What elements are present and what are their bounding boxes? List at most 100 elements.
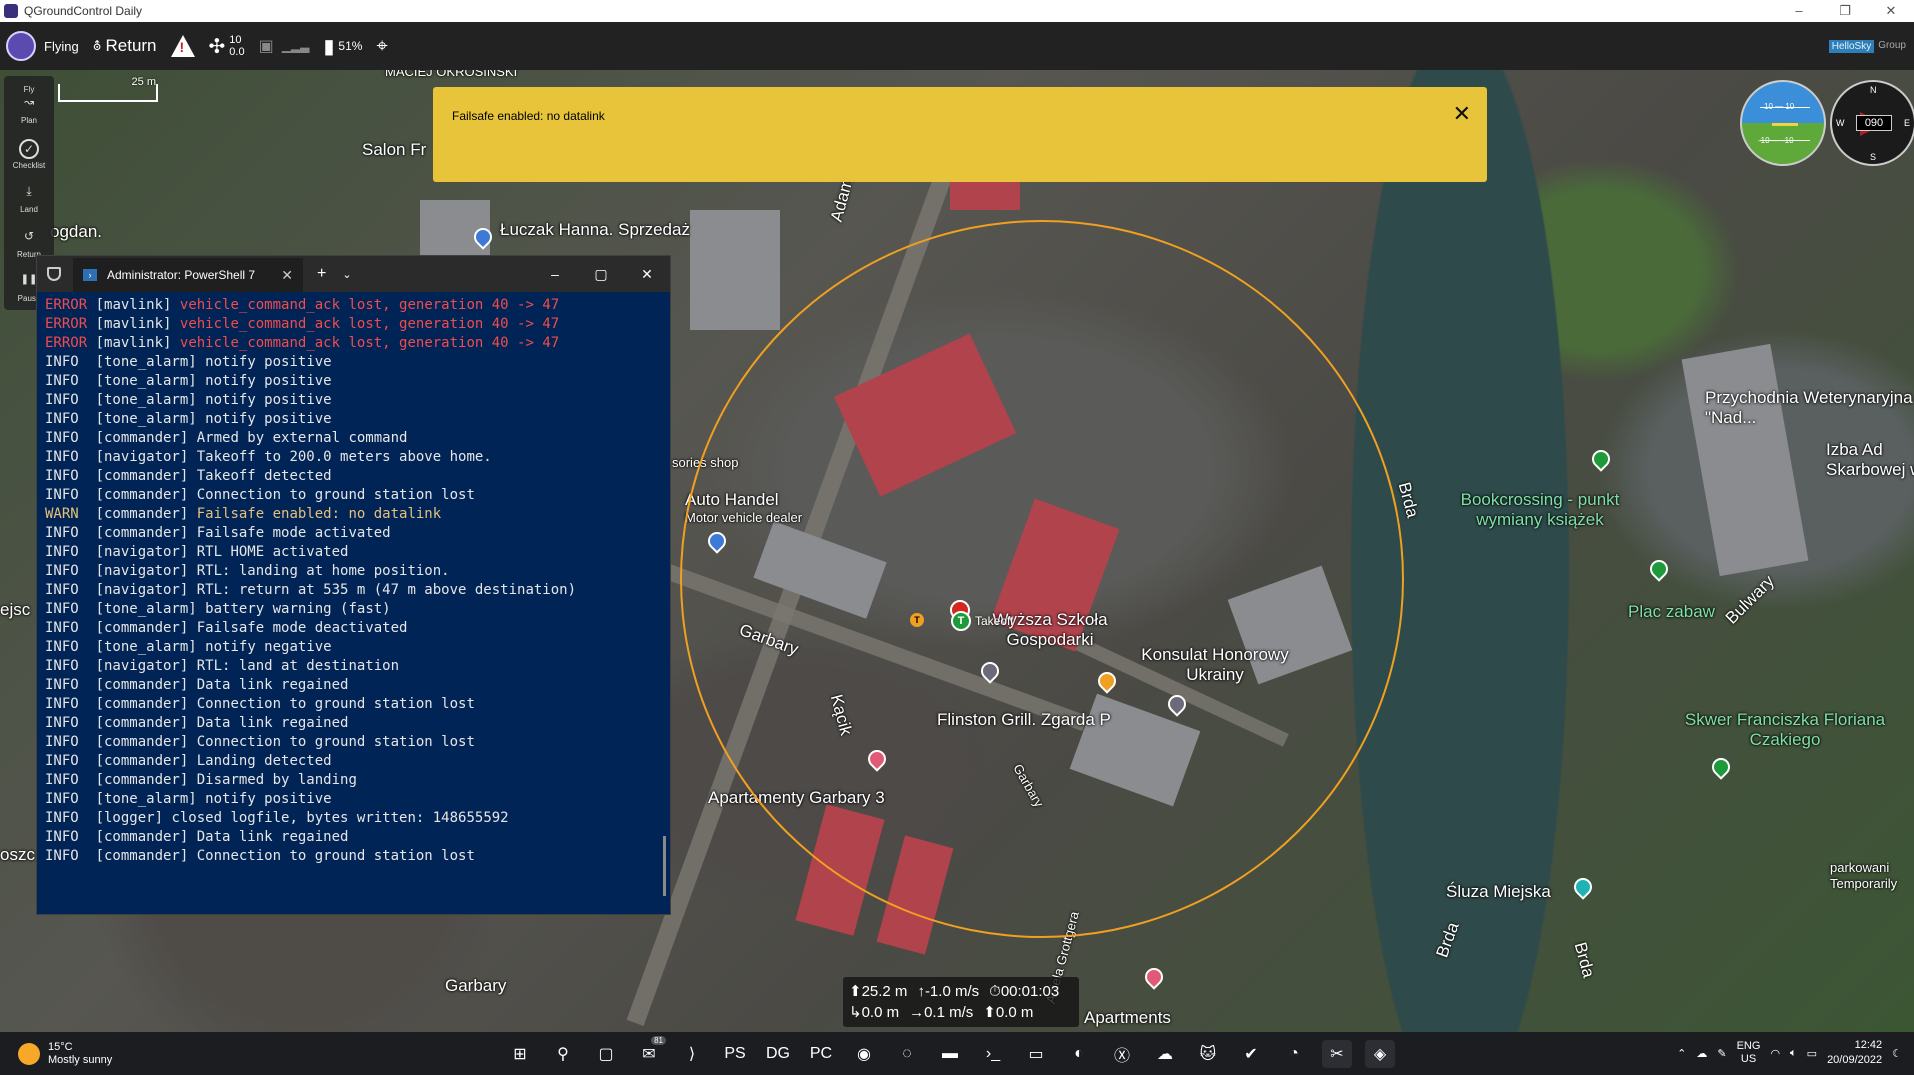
system-tray: ⌃ ☁ ✎ ENG US ◠ 🔈︎ ▭ 12:42 20/09/2022 ☾ — [1677, 1038, 1902, 1068]
ps-minimize-button[interactable]: – — [532, 266, 578, 283]
lock-pin-icon[interactable] — [1570, 874, 1596, 900]
xbox-icon[interactable]: Ⓧ — [1107, 1040, 1137, 1068]
qgc-logo-icon[interactable] — [6, 31, 36, 61]
map-label: Bulwary — [1721, 571, 1778, 628]
edge-glyph: ◐ — [1074, 1045, 1084, 1062]
battery-indicator[interactable]: ▮ 51% — [323, 34, 362, 59]
map-label: Brda — [1432, 919, 1463, 960]
edge-icon[interactable]: ◐ — [1064, 1040, 1094, 1068]
lang-top: ENG — [1736, 1040, 1761, 1052]
log-message: RTL: return at 535 m (47 m above destina… — [196, 582, 577, 598]
phpstorm-icon[interactable]: PS — [720, 1040, 750, 1068]
console-line: INFO [commander] Disarmed by landing — [45, 771, 662, 790]
clock[interactable]: 12:42 20/09/2022 — [1827, 1038, 1882, 1068]
ps-close-button[interactable]: ✕ — [624, 266, 670, 283]
windows-start-icon[interactable]: ⊞ — [505, 1040, 535, 1068]
geofence-circle[interactable] — [680, 220, 1404, 938]
search-glyph: ⚲ — [557, 1046, 569, 1063]
notification-icon[interactable]: ☾ — [1892, 1047, 1902, 1060]
volume-icon[interactable]: 🔈︎ — [1790, 1047, 1797, 1060]
todo-icon[interactable]: ✔ — [1236, 1040, 1266, 1068]
log-level: INFO — [45, 525, 79, 541]
log-level: INFO — [45, 354, 79, 370]
map-scale-label: 25 m — [131, 76, 156, 88]
banner-close-icon[interactable]: ✕ — [1453, 101, 1471, 127]
map-label: Garbary — [445, 976, 507, 995]
log-message: Connection to ground station lost — [196, 696, 475, 712]
pen-icon[interactable]: ✎ — [1717, 1047, 1726, 1060]
terminal-icon[interactable]: ›_ — [978, 1040, 1008, 1068]
powershell-scrollbar[interactable] — [663, 836, 666, 896]
wifi-icon[interactable]: ◠ — [1770, 1047, 1780, 1060]
language-indicator[interactable]: ENG US — [1737, 1040, 1761, 1066]
telemetry-panel[interactable]: ⬆25.2 m ↑-1.0 m/s ⏱00:01:03 ↳0.0 m →0.1 … — [843, 977, 1079, 1027]
vscode-icon[interactable]: ⟩ — [677, 1040, 707, 1068]
log-level: INFO — [45, 639, 79, 655]
powershell-tab[interactable]: › Administrator: PowerShell 7 ✕ — [73, 256, 303, 292]
chevron-up-icon[interactable]: ⌃ — [1677, 1047, 1686, 1060]
tool-plan[interactable]: Fly ↝ Plan — [6, 78, 52, 132]
restore-button[interactable]: ❐ — [1822, 3, 1868, 19]
log-message: Failsafe enabled: no datalink — [196, 506, 442, 522]
hotel-pin-icon[interactable] — [1141, 964, 1167, 990]
attitude-indicator[interactable]: 10 — 10 -10 — -10 — [1740, 80, 1826, 166]
map-label: Apartments — [1084, 1008, 1171, 1027]
ps-maximize-button[interactable]: ▢ — [578, 266, 624, 283]
log-message: notify positive — [205, 791, 332, 807]
log-level: ERROR — [45, 335, 88, 351]
copilot-icon[interactable]: ◌ — [892, 1040, 922, 1068]
close-button[interactable]: ✕ — [1868, 3, 1914, 19]
warning-indicator[interactable] — [170, 35, 195, 57]
powershell-output[interactable]: ERROR [mavlink] vehicle_command_ack lost… — [37, 292, 670, 870]
park-pin-icon[interactable] — [1646, 556, 1672, 582]
log-module: [commander] — [95, 715, 189, 731]
onedrive-icon[interactable]: ☁ — [1150, 1040, 1180, 1068]
console-icon[interactable]: ▭ — [1021, 1040, 1051, 1068]
tool-checklist[interactable]: ✓ Checklist — [6, 132, 52, 176]
snipping-icon[interactable]: ✂ — [1322, 1040, 1352, 1068]
qgroundcontrol-icon[interactable]: ◈ — [1365, 1040, 1395, 1068]
takeoff-marker[interactable]: T — [951, 611, 971, 631]
compass-indicator[interactable]: N E S W 090 — [1830, 80, 1914, 166]
paint-icon[interactable]: 🐱 — [1193, 1040, 1223, 1068]
log-module: [navigator] — [95, 544, 189, 560]
rc-indicator[interactable]: ▣ ▁▂▃ — [259, 36, 310, 56]
clock-time: 12:42 — [1854, 1039, 1883, 1051]
return-icon: ↺ — [23, 228, 35, 243]
pycharm-icon[interactable]: PC — [806, 1040, 836, 1068]
datagrip-icon[interactable]: DG — [763, 1040, 793, 1068]
map-label: Brda — [1570, 940, 1599, 980]
search-icon[interactable]: ⚲ — [548, 1040, 578, 1068]
battery-tray-icon[interactable]: ▭ — [1807, 1047, 1817, 1060]
new-tab-icon[interactable]: + — [317, 265, 326, 283]
tab-close-icon[interactable]: ✕ — [281, 267, 293, 284]
file-explorer-icon[interactable]: ▬ — [935, 1040, 965, 1068]
chevron-down-icon[interactable]: ⌄ — [342, 268, 351, 281]
messenger-icon[interactable]: ◔ — [1279, 1040, 1309, 1068]
gps-indicator[interactable]: ✣ 10 0.0 — [209, 34, 245, 59]
github-desktop-icon[interactable]: ◉ — [849, 1040, 879, 1068]
park-pin-icon[interactable] — [1588, 446, 1614, 472]
log-module: [commander] — [95, 772, 189, 788]
aircraft-symbol-icon — [1772, 123, 1798, 126]
log-level: INFO — [45, 373, 79, 389]
cloud-icon[interactable]: ☁ — [1696, 1047, 1707, 1060]
tool-land[interactable]: ⤓ Land — [6, 177, 52, 221]
log-message: notify negative — [205, 639, 332, 655]
todo-glyph: ✔ — [1244, 1046, 1258, 1063]
log-message: Data link regained — [196, 715, 349, 731]
minimize-button[interactable]: – — [1776, 3, 1822, 19]
console-line: ERROR [mavlink] vehicle_command_ack lost… — [45, 296, 662, 315]
mail-icon[interactable]: ✉ 81 — [634, 1036, 666, 1068]
flight-status[interactable]: Flying — [44, 39, 79, 54]
task-view-icon[interactable]: ▢ — [591, 1040, 621, 1068]
powershell-window[interactable]: › Administrator: PowerShell 7 ✕ + ⌄ – ▢ … — [36, 255, 671, 915]
weather-widget[interactable]: 15°C Mostly sunny — [18, 1041, 112, 1067]
log-module: [navigator] — [95, 582, 189, 598]
flight-mode[interactable]: ⛢ Return — [93, 36, 157, 56]
park-pin-icon[interactable] — [1708, 754, 1734, 780]
log-level: INFO — [45, 620, 79, 636]
orange-target-marker[interactable]: T — [910, 613, 924, 627]
rtk-indicator[interactable]: ⌖ — [376, 35, 387, 58]
log-message: notify positive — [205, 392, 332, 408]
